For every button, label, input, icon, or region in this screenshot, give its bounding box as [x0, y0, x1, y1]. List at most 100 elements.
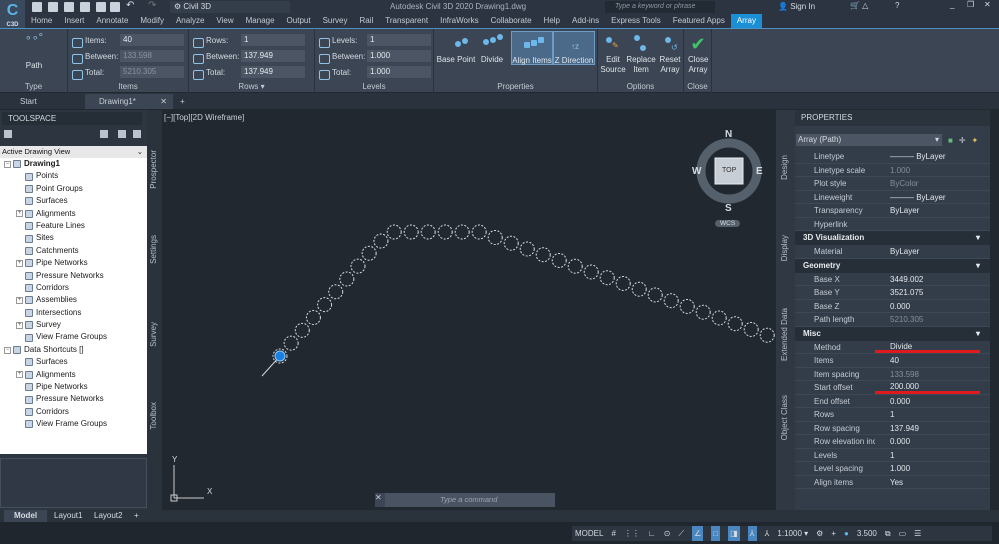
tree-item[interactable]: View Frame Groups [0, 331, 147, 343]
redo-icon[interactable]: ↷ [148, 0, 156, 11]
isodraft-icon[interactable]: ⟋ [678, 526, 684, 541]
side-tab-extended-data[interactable]: Extended Data [780, 308, 789, 361]
print-icon[interactable] [110, 2, 120, 12]
tree-item[interactable]: − Drawing1 [0, 158, 147, 170]
tab-model[interactable]: Model [4, 510, 48, 522]
property-value[interactable]: Yes [875, 476, 990, 489]
property-row[interactable]: Level spacing 1.000 [795, 462, 990, 476]
menu-tab-array[interactable]: Array [730, 14, 762, 28]
model-space-toggle[interactable]: MODEL [575, 526, 603, 541]
array-item[interactable] [305, 309, 321, 325]
property-value[interactable]: 0.000 [875, 395, 990, 408]
array-item[interactable] [328, 284, 344, 300]
property-row[interactable]: Hyperlink [795, 218, 990, 231]
grid-icon[interactable]: # [611, 526, 615, 541]
array-item[interactable] [663, 293, 679, 309]
new-tab-button[interactable]: + [176, 94, 185, 109]
array-item[interactable] [350, 258, 366, 274]
tree-item[interactable]: + Assemblies [0, 294, 147, 306]
property-value[interactable]: 3521.075 [875, 286, 990, 299]
array-item[interactable] [317, 297, 333, 313]
base-point-button[interactable]: Base Point [436, 31, 476, 65]
array-item[interactable] [373, 233, 389, 249]
array-item[interactable] [647, 287, 663, 303]
tab-layout1[interactable]: Layout1 [50, 510, 86, 522]
search-input[interactable]: Type a keyword or phrase [605, 1, 715, 13]
compass-south[interactable]: S [725, 203, 732, 214]
open-icon[interactable] [48, 2, 58, 12]
property-row[interactable]: Base Y 3521.075 [795, 286, 990, 300]
auto-scale-icon[interactable]: ⅄ [765, 526, 770, 541]
expand-icon[interactable]: − [4, 160, 11, 168]
array-item[interactable] [386, 224, 402, 240]
save-icon[interactable] [64, 2, 74, 12]
annotation-value[interactable]: 3.500 [857, 526, 877, 541]
menu-tab-view[interactable]: View [210, 14, 239, 28]
annotation-visibility-icon[interactable]: ⅄ [747, 526, 757, 541]
property-value[interactable]: 40 [875, 354, 990, 367]
property-row[interactable]: Plot style ByColor [795, 177, 990, 191]
tree-item[interactable]: Surfaces [0, 356, 147, 368]
array-item[interactable] [727, 316, 743, 332]
property-row[interactable]: Transparency ByLayer [795, 204, 990, 218]
array-item[interactable] [743, 321, 759, 337]
property-value[interactable] [875, 218, 990, 231]
z-direction-button[interactable]: ↑z Z Direction [553, 31, 595, 65]
gear-icon[interactable]: ⚙ [816, 526, 823, 541]
array-item[interactable] [695, 304, 711, 320]
workspace-switcher[interactable]: ⚙ Civil 3D [170, 1, 290, 13]
viewcube-top[interactable]: TOP [722, 167, 736, 174]
rows-between-field[interactable]: 137.949 [241, 50, 305, 62]
tree-item[interactable]: Feature Lines [0, 220, 147, 232]
tree-item[interactable]: Sites [0, 232, 147, 244]
tree-item[interactable]: Catchments [0, 245, 147, 257]
property-value[interactable]: Divide [875, 341, 980, 353]
property-row[interactable]: Start offset 200.000 [795, 381, 990, 395]
tree-item[interactable]: + Alignments [0, 369, 147, 381]
array-item[interactable] [294, 322, 310, 338]
menu-tab-survey[interactable]: Survey [317, 14, 354, 28]
minimize-button[interactable]: _ [950, 0, 954, 9]
tree-item[interactable]: Pipe Networks [0, 381, 147, 393]
tab-layout2[interactable]: Layout2 [90, 510, 126, 522]
tree-item[interactable]: + Survey [0, 319, 147, 331]
add-layout-button[interactable]: + [134, 510, 139, 522]
fullscreen-icon[interactable]: ▭ [899, 526, 907, 541]
property-row[interactable]: Base Z 0.000 [795, 300, 990, 313]
side-tab-survey[interactable]: Survey [149, 322, 158, 347]
array-item[interactable] [551, 252, 567, 268]
section-header[interactable]: Misc [795, 326, 990, 341]
tree-item[interactable]: Point Groups [0, 183, 147, 195]
menu-tab-featured-apps[interactable]: Featured Apps [667, 14, 731, 28]
close-command-icon[interactable]: ✕ [375, 493, 385, 507]
property-row[interactable]: Material ByLayer [795, 245, 990, 259]
tree-item[interactable]: View Frame Groups [0, 418, 147, 430]
app-menu-button[interactable]: C C3D [0, 0, 25, 28]
tree-item[interactable]: Pressure Networks [0, 270, 147, 282]
property-row[interactable]: Path length 5210.305 [795, 313, 990, 327]
menu-tab-output[interactable]: Output [281, 14, 317, 28]
array-item[interactable] [679, 298, 695, 314]
tree-item[interactable]: Corridors [0, 406, 147, 418]
property-row[interactable]: Items 40 [795, 354, 990, 368]
polar-icon[interactable]: ⊙ [664, 526, 671, 541]
side-tab-display[interactable]: Display [780, 235, 789, 261]
property-value[interactable]: 200.000 [875, 381, 980, 394]
array-item[interactable] [437, 224, 453, 240]
customize-menu-icon[interactable]: ☰ [914, 526, 921, 541]
array-item[interactable] [283, 335, 299, 351]
property-value[interactable]: 1 [875, 449, 990, 462]
tab-drawing1[interactable]: Drawing1* ✕ [85, 94, 173, 109]
path-button[interactable]: ∘∘° Path [10, 31, 58, 71]
drawing-viewport[interactable]: [−][Top][2D Wireframe] N S E W TOP WCS Y… [162, 110, 776, 510]
menu-tab-transparent[interactable]: Transparent [379, 14, 434, 28]
help-icon[interactable]: ? [895, 1, 899, 10]
property-row[interactable]: Method Divide [795, 341, 990, 354]
array-item[interactable] [420, 224, 436, 240]
menu-tab-manage[interactable]: Manage [240, 14, 281, 28]
property-value[interactable]: 3449.002 [875, 273, 990, 286]
object-snap-icon[interactable]: □ [711, 526, 721, 541]
toolspace-icon[interactable] [4, 130, 12, 138]
cart-icon[interactable]: 🛒 △ [850, 1, 868, 10]
array-item[interactable] [631, 281, 647, 297]
